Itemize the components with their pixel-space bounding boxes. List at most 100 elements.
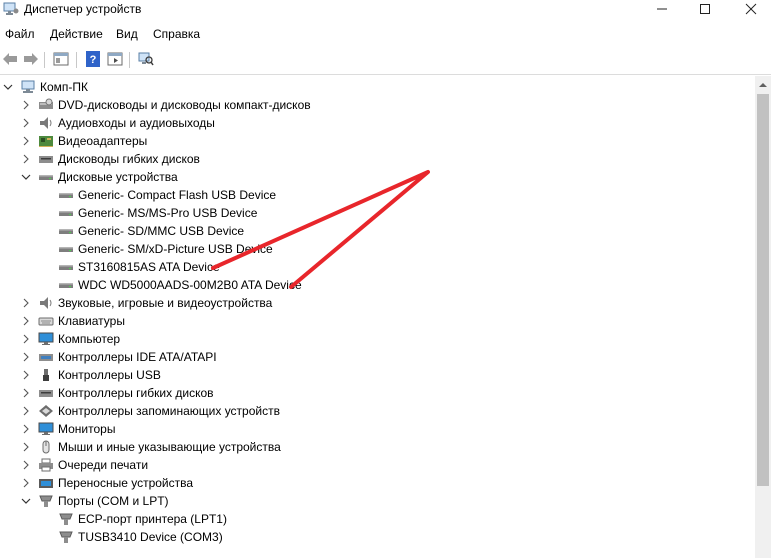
menu-file[interactable]: Файл <box>5 27 35 41</box>
tree-category-item[interactable]: Контроллеры USB <box>20 366 161 384</box>
tree-device-item[interactable]: ST3160815AS ATA Device <box>40 258 220 276</box>
tree-device-item[interactable]: Generic- SD/MMC USB Device <box>40 222 244 240</box>
tree-root-label: Комп-ПК <box>40 80 89 94</box>
device-tree[interactable]: Комп-ПК DVD-дисководы и дисководы компак… <box>0 76 755 558</box>
chevron-right-icon[interactable] <box>20 297 32 309</box>
help-button[interactable]: ? <box>84 50 102 70</box>
chevron-right-icon[interactable] <box>20 135 32 147</box>
tree-category-item[interactable]: Мониторы <box>20 420 115 438</box>
close-button[interactable] <box>728 0 771 20</box>
tree-category-item[interactable]: Аудиовходы и аудиовыходы <box>20 114 215 132</box>
maximize-icon <box>699 2 711 18</box>
tree-category-item[interactable]: Контроллеры гибких дисков <box>20 384 214 402</box>
tree-item-label: Дисководы гибких дисков <box>58 152 200 166</box>
scroll-up-button[interactable] <box>755 76 771 92</box>
chevron-right-icon[interactable] <box>20 333 32 345</box>
scrollbar-thumb[interactable] <box>757 94 769 486</box>
help-icon: ? <box>86 50 100 70</box>
chevron-right-icon[interactable] <box>20 459 32 471</box>
maximize-button[interactable] <box>682 0 728 20</box>
tree-device-item[interactable]: ECP-порт принтера (LPT1) <box>40 510 227 528</box>
tree-device-item[interactable]: Generic- Compact Flash USB Device <box>40 186 276 204</box>
chevron-up-icon <box>759 77 767 91</box>
tree-category-item[interactable]: Клавиатуры <box>20 312 125 330</box>
vertical-scrollbar[interactable] <box>755 76 771 558</box>
chevron-right-icon[interactable] <box>20 387 32 399</box>
properties-icon <box>53 52 69 69</box>
tree-item-label: Мониторы <box>58 422 116 436</box>
port-icon <box>58 530 74 544</box>
tree-item-label: ST3160815AS ATA Device <box>78 260 220 274</box>
chevron-right-icon[interactable] <box>20 441 32 453</box>
minimize-icon <box>656 2 668 18</box>
disk-drive-icon <box>58 206 74 220</box>
toolbar-separator <box>76 52 77 68</box>
disk-drive-icon <box>38 170 54 184</box>
tree-device-item[interactable]: Generic- MS/MS-Pro USB Device <box>40 204 257 222</box>
chevron-down-icon[interactable] <box>20 495 32 507</box>
usb-icon <box>38 368 54 382</box>
tree-item-label: WDC WD5000AADS-00M2B0 ATA Device <box>78 278 302 292</box>
monitor-icon <box>38 332 54 346</box>
chevron-right-icon[interactable] <box>20 315 32 327</box>
tree-category-item[interactable]: Мыши и иные указывающие устройства <box>20 438 281 456</box>
floppy-drive-icon <box>38 152 54 166</box>
show-hide-console-tree-button[interactable] <box>106 51 124 69</box>
tree-device-item[interactable]: Generic- SM/xD-Picture USB Device <box>40 240 273 258</box>
tree-category-item[interactable]: Переносные устройства <box>20 474 193 492</box>
computer-icon <box>20 80 36 94</box>
printer-icon <box>38 458 54 472</box>
chevron-right-icon[interactable] <box>20 153 32 165</box>
show-hide-console-tree-icon <box>107 52 123 69</box>
tree-category-item[interactable]: Дисковые устройства <box>20 168 178 186</box>
menu-help[interactable]: Справка <box>153 27 200 41</box>
floppy-drive-icon <box>38 386 54 400</box>
tree-device-item[interactable]: TUSB3410 Device (COM3) <box>40 528 223 546</box>
tree-item-label: Generic- SD/MMC USB Device <box>78 224 245 238</box>
tree-category-item[interactable]: Дисководы гибких дисков <box>20 150 200 168</box>
tree-category-item[interactable]: Звуковые, игровые и видеоустройства <box>20 294 272 312</box>
toolbar-separator <box>129 52 130 68</box>
tree-category-item[interactable]: Видеоадаптеры <box>20 132 147 150</box>
properties-button[interactable] <box>52 51 70 69</box>
tree-category-item[interactable]: Контроллеры запоминающих устройств <box>20 402 280 420</box>
scan-hardware-button[interactable] <box>137 51 155 69</box>
tree-category-item[interactable]: Компьютер <box>20 330 120 348</box>
chevron-down-icon[interactable] <box>2 81 14 93</box>
back-button[interactable] <box>1 51 19 69</box>
chevron-right-icon[interactable] <box>20 99 32 111</box>
forward-button[interactable] <box>22 51 40 69</box>
menu-action[interactable]: Действие <box>50 27 103 41</box>
speaker-icon <box>38 296 54 310</box>
tree-item-label: Аудиовходы и аудиовыходы <box>58 116 215 130</box>
menu-view[interactable]: Вид <box>116 27 138 41</box>
chevron-right-icon[interactable] <box>20 117 32 129</box>
scan-hardware-icon <box>138 52 154 69</box>
tree-item-label: Generic- MS/MS-Pro USB Device <box>78 206 258 220</box>
chevron-right-icon[interactable] <box>20 369 32 381</box>
tree-category-item[interactable]: Очереди печати <box>20 456 148 474</box>
tree-item-label: Дисковые устройства <box>58 170 178 184</box>
tree-category-item[interactable]: Порты (COM и LPT) <box>20 492 169 510</box>
tree-root[interactable]: Комп-ПК <box>2 78 88 96</box>
disk-drive-icon <box>58 242 74 256</box>
chevron-down-icon[interactable] <box>20 171 32 183</box>
chevron-right-icon[interactable] <box>20 405 32 417</box>
tree-item-label: ECP-порт принтера (LPT1) <box>78 512 227 526</box>
title-bar: Диспетчер устройств <box>0 0 771 20</box>
tree-category-item[interactable]: Контроллеры IDE ATA/ATAPI <box>20 348 217 366</box>
chevron-right-icon[interactable] <box>20 477 32 489</box>
minimize-button[interactable] <box>639 0 685 20</box>
chevron-right-icon[interactable] <box>20 351 32 363</box>
chevron-right-icon[interactable] <box>20 423 32 435</box>
tree-category-item[interactable]: DVD-дисководы и дисководы компакт-дисков <box>20 96 311 114</box>
speaker-icon <box>38 116 54 130</box>
tree-device-item[interactable]: WDC WD5000AADS-00M2B0 ATA Device <box>40 276 302 294</box>
tree-item-label: Переносные устройства <box>58 476 194 490</box>
window-title: Диспетчер устройств <box>24 2 142 16</box>
